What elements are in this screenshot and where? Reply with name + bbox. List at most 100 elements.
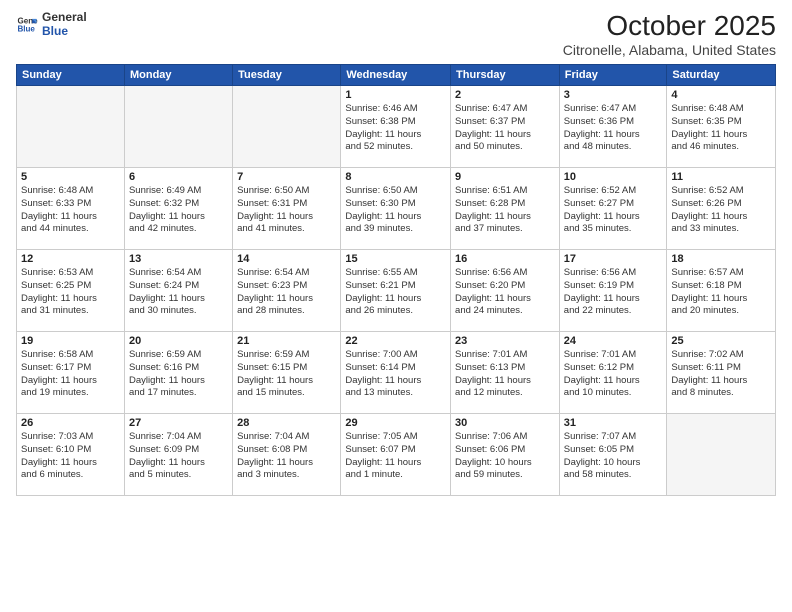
day-number: 31	[564, 417, 663, 429]
day-cell: 22 Sunrise: 7:00 AM Sunset: 6:14 PM Dayli…	[341, 332, 451, 414]
weekday-header-sunday: Sunday	[17, 65, 125, 86]
day-info: Sunrise: 7:05 AM Sunset: 6:07 PM Dayligh…	[345, 431, 446, 482]
day-number: 24	[564, 335, 663, 347]
day-number: 14	[237, 253, 336, 265]
weekday-header-friday: Friday	[559, 65, 667, 86]
day-number: 11	[671, 171, 771, 183]
day-cell: 14 Sunrise: 6:54 AM Sunset: 6:23 PM Dayli…	[233, 250, 341, 332]
day-number: 23	[455, 335, 555, 347]
svg-text:Blue: Blue	[17, 24, 35, 33]
day-cell: 6 Sunrise: 6:49 AM Sunset: 6:32 PM Daylig…	[124, 168, 232, 250]
calendar-table: SundayMondayTuesdayWednesdayThursdayFrid…	[16, 64, 776, 496]
day-info: Sunrise: 6:55 AM Sunset: 6:21 PM Dayligh…	[345, 267, 446, 318]
day-info: Sunrise: 6:47 AM Sunset: 6:37 PM Dayligh…	[455, 103, 555, 154]
weekday-header-monday: Monday	[124, 65, 232, 86]
day-info: Sunrise: 6:52 AM Sunset: 6:27 PM Dayligh…	[564, 185, 663, 236]
day-cell: 20 Sunrise: 6:59 AM Sunset: 6:16 PM Dayli…	[124, 332, 232, 414]
day-info: Sunrise: 6:47 AM Sunset: 6:36 PM Dayligh…	[564, 103, 663, 154]
day-cell: 19 Sunrise: 6:58 AM Sunset: 6:17 PM Dayli…	[17, 332, 125, 414]
week-row-4: 19 Sunrise: 6:58 AM Sunset: 6:17 PM Dayli…	[17, 332, 776, 414]
day-number: 28	[237, 417, 336, 429]
logo: General Blue General Blue	[16, 10, 87, 38]
day-number: 6	[129, 171, 228, 183]
day-info: Sunrise: 6:58 AM Sunset: 6:17 PM Dayligh…	[21, 349, 120, 400]
day-info: Sunrise: 7:04 AM Sunset: 6:09 PM Dayligh…	[129, 431, 228, 482]
header: General Blue General Blue October 2025 C…	[16, 10, 776, 58]
day-number: 27	[129, 417, 228, 429]
day-info: Sunrise: 7:04 AM Sunset: 6:08 PM Dayligh…	[237, 431, 336, 482]
day-info: Sunrise: 6:51 AM Sunset: 6:28 PM Dayligh…	[455, 185, 555, 236]
day-number: 25	[671, 335, 771, 347]
day-info: Sunrise: 6:54 AM Sunset: 6:23 PM Dayligh…	[237, 267, 336, 318]
day-cell	[17, 86, 125, 168]
day-cell: 12Sunrise: 6:53 AM Sunset: 6:25 PM Dayli…	[17, 250, 125, 332]
month-title: October 2025	[563, 10, 776, 42]
day-info: Sunrise: 6:57 AM Sunset: 6:18 PM Dayligh…	[671, 267, 771, 318]
day-info: Sunrise: 6:49 AM Sunset: 6:32 PM Dayligh…	[129, 185, 228, 236]
day-cell	[667, 414, 776, 496]
day-number: 29	[345, 417, 446, 429]
day-number: 22	[345, 335, 446, 347]
week-row-1: 1 Sunrise: 6:46 AM Sunset: 6:38 PM Daylig…	[17, 86, 776, 168]
week-row-2: 5Sunrise: 6:48 AM Sunset: 6:33 PM Daylig…	[17, 168, 776, 250]
day-cell: 3Sunrise: 6:47 AM Sunset: 6:36 PM Daylig…	[559, 86, 667, 168]
day-info: Sunrise: 6:56 AM Sunset: 6:19 PM Dayligh…	[564, 267, 663, 318]
day-number: 1	[345, 89, 446, 101]
day-info: Sunrise: 7:01 AM Sunset: 6:12 PM Dayligh…	[564, 349, 663, 400]
day-cell: 26Sunrise: 7:03 AM Sunset: 6:10 PM Dayli…	[17, 414, 125, 496]
day-info: Sunrise: 7:07 AM Sunset: 6:05 PM Dayligh…	[564, 431, 663, 482]
day-info: Sunrise: 7:01 AM Sunset: 6:13 PM Dayligh…	[455, 349, 555, 400]
day-info: Sunrise: 6:59 AM Sunset: 6:16 PM Dayligh…	[129, 349, 228, 400]
day-cell: 8Sunrise: 6:50 AM Sunset: 6:30 PM Daylig…	[341, 168, 451, 250]
day-info: Sunrise: 6:48 AM Sunset: 6:35 PM Dayligh…	[671, 103, 771, 154]
day-number: 20	[129, 335, 228, 347]
weekday-header-saturday: Saturday	[667, 65, 776, 86]
day-cell: 9 Sunrise: 6:51 AM Sunset: 6:28 PM Daylig…	[451, 168, 560, 250]
day-number: 9	[455, 171, 555, 183]
day-info: Sunrise: 6:52 AM Sunset: 6:26 PM Dayligh…	[671, 185, 771, 236]
day-number: 8	[345, 171, 446, 183]
weekday-header-wednesday: Wednesday	[341, 65, 451, 86]
day-number: 7	[237, 171, 336, 183]
logo-icon: General Blue	[16, 13, 38, 35]
day-cell: 15 Sunrise: 6:55 AM Sunset: 6:21 PM Dayli…	[341, 250, 451, 332]
day-number: 18	[671, 253, 771, 265]
day-number: 13	[129, 253, 228, 265]
calendar-page: General Blue General Blue October 2025 C…	[0, 0, 792, 612]
day-number: 5	[21, 171, 120, 183]
day-number: 12	[21, 253, 120, 265]
day-number: 16	[455, 253, 555, 265]
day-cell: 18 Sunrise: 6:57 AM Sunset: 6:18 PM Dayli…	[667, 250, 776, 332]
weekday-header-row: SundayMondayTuesdayWednesdayThursdayFrid…	[17, 65, 776, 86]
day-number: 19	[21, 335, 120, 347]
logo-blue-text: Blue	[42, 24, 87, 38]
day-cell: 16Sunrise: 6:56 AM Sunset: 6:20 PM Dayli…	[451, 250, 560, 332]
weekday-header-tuesday: Tuesday	[233, 65, 341, 86]
week-row-3: 12Sunrise: 6:53 AM Sunset: 6:25 PM Dayli…	[17, 250, 776, 332]
day-info: Sunrise: 7:00 AM Sunset: 6:14 PM Dayligh…	[345, 349, 446, 400]
day-cell	[124, 86, 232, 168]
day-cell: 21Sunrise: 6:59 AM Sunset: 6:15 PM Dayli…	[233, 332, 341, 414]
week-row-5: 26Sunrise: 7:03 AM Sunset: 6:10 PM Dayli…	[17, 414, 776, 496]
day-info: Sunrise: 6:54 AM Sunset: 6:24 PM Dayligh…	[129, 267, 228, 318]
day-cell: 2Sunrise: 6:47 AM Sunset: 6:37 PM Daylig…	[451, 86, 560, 168]
logo-general-text: General	[42, 10, 87, 24]
day-number: 21	[237, 335, 336, 347]
day-cell: 7Sunrise: 6:50 AM Sunset: 6:31 PM Daylig…	[233, 168, 341, 250]
location-title: Citronelle, Alabama, United States	[563, 42, 776, 58]
day-number: 15	[345, 253, 446, 265]
day-number: 4	[671, 89, 771, 101]
day-cell: 11 Sunrise: 6:52 AM Sunset: 6:26 PM Dayli…	[667, 168, 776, 250]
day-number: 10	[564, 171, 663, 183]
day-cell: 13 Sunrise: 6:54 AM Sunset: 6:24 PM Dayli…	[124, 250, 232, 332]
day-info: Sunrise: 7:03 AM Sunset: 6:10 PM Dayligh…	[21, 431, 120, 482]
weekday-header-thursday: Thursday	[451, 65, 560, 86]
day-number: 17	[564, 253, 663, 265]
day-cell: 27 Sunrise: 7:04 AM Sunset: 6:09 PM Dayli…	[124, 414, 232, 496]
day-info: Sunrise: 6:46 AM Sunset: 6:38 PM Dayligh…	[345, 103, 446, 154]
title-block: October 2025 Citronelle, Alabama, United…	[563, 10, 776, 58]
day-cell: 4 Sunrise: 6:48 AM Sunset: 6:35 PM Daylig…	[667, 86, 776, 168]
day-cell: 17 Sunrise: 6:56 AM Sunset: 6:19 PM Dayli…	[559, 250, 667, 332]
day-cell: 28 Sunrise: 7:04 AM Sunset: 6:08 PM Dayli…	[233, 414, 341, 496]
day-cell: 29 Sunrise: 7:05 AM Sunset: 6:07 PM Dayli…	[341, 414, 451, 496]
